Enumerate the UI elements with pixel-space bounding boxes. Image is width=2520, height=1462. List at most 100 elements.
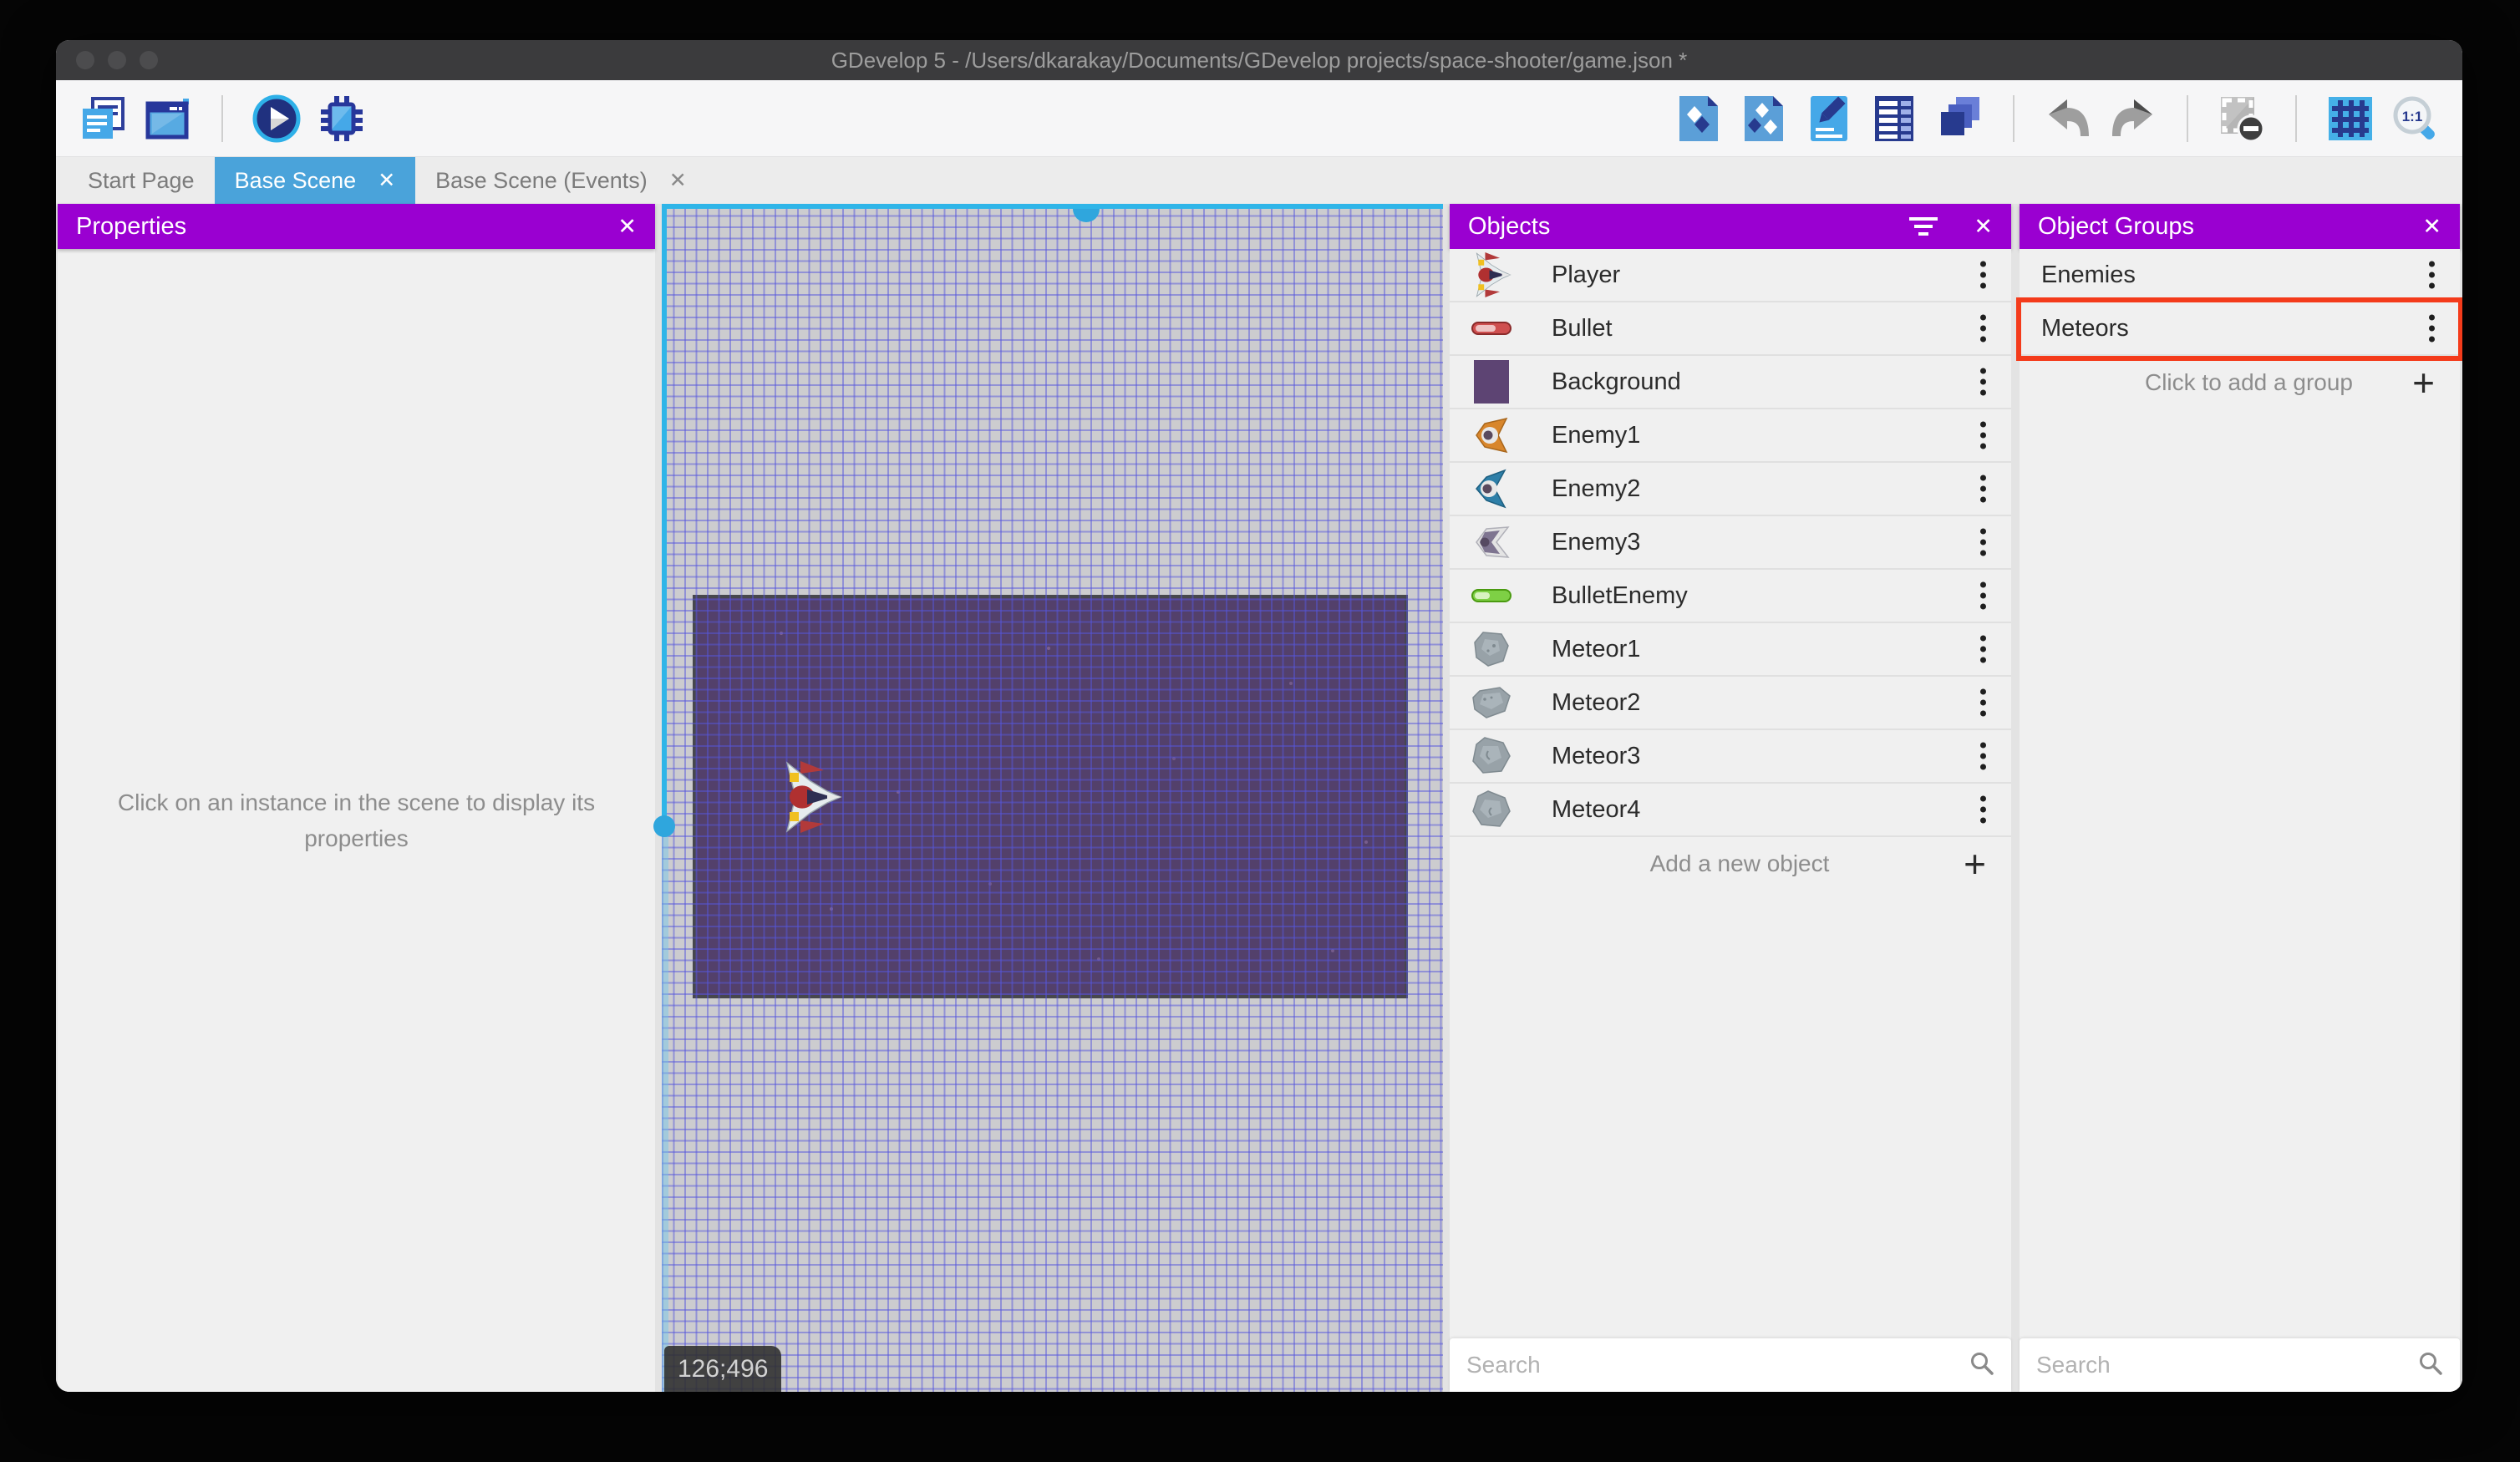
red-capsule-icon [1468,305,1515,352]
play-icon[interactable] [251,94,302,144]
object-name: Meteor3 [1552,742,1641,769]
object-row-meteor4[interactable]: Meteor4 [1450,784,2011,837]
group-row-enemies[interactable]: Enemies [2020,249,2460,302]
selection-handle-top[interactable] [1073,209,1100,222]
group-row-meteors[interactable]: Meteors [2020,302,2460,356]
kebab-menu-icon[interactable] [1980,421,1986,449]
objects-panel: Objects ✕ Player Bullet Background Enemy… [1450,204,2011,1392]
kebab-menu-icon[interactable] [1980,528,1986,556]
object-row-bullet[interactable]: Bullet [1450,302,2011,356]
maximize-window-button[interactable] [140,51,158,69]
object-row-enemy1[interactable]: Enemy1 [1450,409,2011,463]
tab-base-scene[interactable]: Base Scene ✕ [214,157,416,204]
toolbar-right-group: 1:1 [1674,94,2441,144]
cursor-coordinates: 126;496 [664,1346,782,1392]
object-row-enemy2[interactable]: Enemy2 [1450,463,2011,516]
svg-text:1:1: 1:1 [2402,109,2423,124]
object-name: Enemy3 [1552,528,1641,556]
object-row-player[interactable]: Player [1450,249,2011,302]
instances-list-icon[interactable] [1869,94,1919,144]
redo-icon[interactable] [2108,94,2158,144]
selection-edge-left-faint [662,826,668,1392]
properties-body: Click on an instance in the scene to dis… [58,249,655,1392]
minimize-window-button[interactable] [108,51,126,69]
groups-search-input[interactable] [2036,1352,2418,1378]
panel-title: Object Groups [2038,212,2194,240]
filter-icon[interactable] [1909,217,1938,236]
meteor-rock-icon [1468,786,1515,833]
kebab-menu-icon[interactable] [1980,581,1986,610]
group-name: Enemies [2041,261,2136,288]
zoom-1-1-icon[interactable]: 1:1 [2390,94,2441,144]
undo-icon[interactable] [2043,94,2093,144]
add-object-label: Add a new object [1649,850,1830,876]
tab-label: Base Scene [234,167,357,193]
tab-start-page[interactable]: Start Page [68,157,215,204]
grid-icon[interactable] [2325,94,2375,144]
tab-label: Start Page [88,167,195,193]
object-row-bulletenemy[interactable]: BulletEnemy [1450,570,2011,623]
title-bar: GDevelop 5 - /Users/dkarakay/Documents/G… [56,40,2462,80]
kebab-menu-icon[interactable] [2429,314,2435,343]
objects-search-input[interactable] [1466,1352,1969,1378]
layers-icon[interactable] [1934,94,1984,144]
player-instance[interactable] [777,761,844,833]
toolbar-left-group [78,94,367,144]
close-panel-icon[interactable]: ✕ [617,204,637,249]
toggle-mask-icon[interactable] [2217,94,2267,144]
toolbar-separator [2013,94,2014,142]
close-tab-icon[interactable]: ✕ [378,168,395,193]
kebab-menu-icon[interactable] [1980,475,1986,503]
kebab-menu-icon[interactable] [2429,261,2435,289]
selection-handle-left[interactable] [653,815,675,837]
object-row-meteor3[interactable]: Meteor3 [1450,730,2011,784]
kebab-menu-icon[interactable] [1980,261,1986,289]
tab-base-scene-events[interactable]: Base Scene (Events) ✕ [415,157,707,204]
orange-ship-icon [1468,412,1515,459]
object-name: Meteor2 [1552,688,1641,716]
object-row-meteor2[interactable]: Meteor2 [1450,677,2011,730]
plus-icon: + [2412,361,2435,404]
app-window: GDevelop 5 - /Users/dkarakay/Documents/G… [56,40,2462,1392]
panel-title: Properties [76,212,187,240]
project-manager-icon[interactable] [78,94,128,144]
object-name: Enemy1 [1552,421,1641,449]
kebab-menu-icon[interactable] [1980,314,1986,343]
properties-editor-icon[interactable] [1804,94,1854,144]
close-panel-icon[interactable]: ✕ [2422,204,2441,249]
green-capsule-icon [1468,572,1515,619]
debug-icon[interactable] [317,94,367,144]
editor-tab-bar: Start Page Base Scene ✕ Base Scene (Even… [56,157,2462,204]
object-row-meteor1[interactable]: Meteor1 [1450,623,2011,677]
add-object-button[interactable]: Add a new object + [1450,837,2011,891]
object-row-background[interactable]: Background [1450,356,2011,409]
kebab-menu-icon[interactable] [1980,795,1986,824]
main-area: Properties ✕ Click on an instance in the… [56,204,2462,1392]
kebab-menu-icon[interactable] [1980,742,1986,770]
scene-window-icon[interactable] [143,94,193,144]
properties-panel: Properties ✕ Click on an instance in the… [58,204,655,1392]
object-groups-editor-icon[interactable] [1739,94,1789,144]
star-speckles [780,632,783,635]
object-name: Background [1552,368,1681,395]
group-name: Meteors [2041,314,2129,342]
plus-icon: + [1964,842,1986,886]
player-ship-icon [1468,251,1515,298]
objects-editor-icon[interactable] [1674,94,1724,144]
close-window-button[interactable] [76,51,94,69]
properties-panel-header: Properties ✕ [58,204,655,249]
object-row-enemy3[interactable]: Enemy3 [1450,516,2011,570]
kebab-menu-icon[interactable] [1980,688,1986,717]
gray-ship-icon [1468,519,1515,566]
kebab-menu-icon[interactable] [1980,368,1986,396]
add-group-button[interactable]: Click to add a group + [2020,356,2460,409]
window-title: GDevelop 5 - /Users/dkarakay/Documents/G… [831,47,1688,73]
scene-canvas[interactable]: 126;496 [653,204,1443,1392]
kebab-menu-icon[interactable] [1980,635,1986,663]
blue-ship-icon [1468,465,1515,512]
groups-list: Enemies Meteors Click to add a group + [2020,249,2460,409]
search-icon [1969,1351,1994,1380]
close-tab-icon[interactable]: ✕ [669,168,687,193]
search-icon [2418,1351,2443,1380]
close-panel-icon[interactable]: ✕ [1974,204,1993,249]
